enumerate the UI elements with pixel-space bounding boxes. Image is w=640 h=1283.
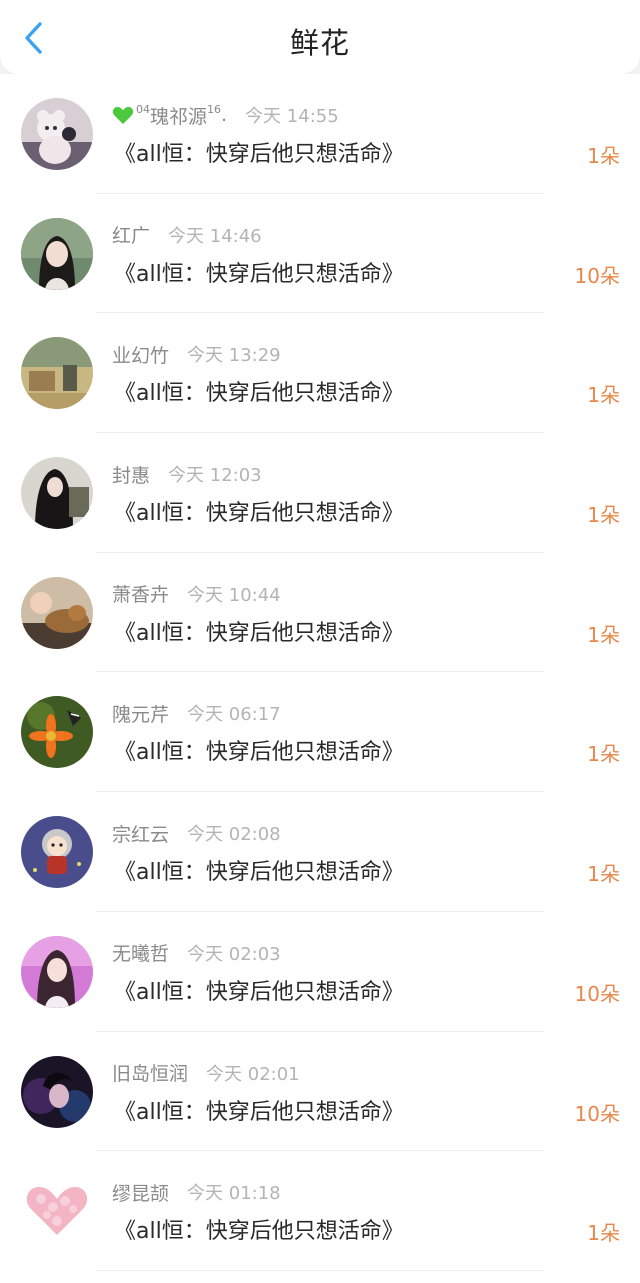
list-item[interactable]: 旧岛恒润 今天 02:01 《all恒：快穿后他只想活命》 10朵 xyxy=(0,1032,640,1152)
timestamp: 今天 13:29 xyxy=(187,345,281,367)
book-title[interactable]: 《all恒：快穿后他只想活命》 xyxy=(114,1213,404,1245)
username[interactable]: 无曦哲 xyxy=(112,939,169,966)
page-title: 鲜花 xyxy=(289,26,350,60)
header-bar: 鲜花 xyxy=(0,0,640,74)
timestamp: 今天 10:44 xyxy=(187,584,281,606)
username[interactable]: 瑰祁源 xyxy=(150,102,207,129)
flower-count: 1朵 xyxy=(587,1221,620,1246)
item-meta: 红广 今天 14:46 xyxy=(112,222,262,248)
flower-count: 10朵 xyxy=(574,1101,620,1126)
list-item[interactable]: 无曦哲 今天 02:03 《all恒：快穿后他只想活命》 10朵 xyxy=(0,912,640,1032)
timestamp: 今天 02:01 xyxy=(206,1063,300,1085)
flower-count: 1朵 xyxy=(587,503,620,528)
flower-count: 1朵 xyxy=(587,144,620,168)
list-item[interactable]: 隗元芹 今天 06:17 《all恒：快穿后他只想活命》 1朵 xyxy=(0,672,640,792)
book-title[interactable]: 《all恒：快穿后他只想活命》 xyxy=(114,136,404,168)
username[interactable]: 旧岛恒润 xyxy=(112,1059,188,1086)
item-meta: 封惠 今天 12:03 xyxy=(112,461,262,487)
flower-count: 1朵 xyxy=(587,742,620,767)
timestamp: 今天 01:18 xyxy=(187,1183,281,1205)
item-meta: 04 瑰祁源 16 . 今天 14:55 xyxy=(112,102,339,128)
item-meta: 无曦哲 今天 02:03 xyxy=(112,940,281,966)
book-title[interactable]: 《all恒：快穿后他只想活命》 xyxy=(114,495,404,527)
name-prefix-superscript: 04 xyxy=(136,102,150,116)
username[interactable]: 宗红云 xyxy=(112,820,169,847)
book-title[interactable]: 《all恒：快穿后他只想活命》 xyxy=(114,256,404,288)
flower-count: 1朵 xyxy=(587,383,620,408)
book-title[interactable]: 《all恒：快穿后他只想活命》 xyxy=(114,1094,404,1126)
list-item[interactable]: 业幻竹 今天 13:29 《all恒：快穿后他只想活命》 1朵 xyxy=(0,313,640,433)
book-title[interactable]: 《all恒：快穿后他只想活命》 xyxy=(114,734,404,766)
flower-count: 10朵 xyxy=(574,263,620,288)
name-tail: . xyxy=(221,104,228,126)
avatar[interactable] xyxy=(21,935,93,1008)
timestamp: 今天 06:17 xyxy=(187,704,281,726)
list-item[interactable]: 宗红云 今天 02:08 《all恒：快穿后他只想活命》 1朵 xyxy=(0,792,640,912)
avatar[interactable] xyxy=(21,217,93,290)
avatar[interactable] xyxy=(21,337,93,410)
username[interactable]: 红广 xyxy=(112,221,150,248)
avatar[interactable] xyxy=(21,98,93,170)
flower-count: 1朵 xyxy=(587,862,620,887)
avatar[interactable] xyxy=(21,1175,93,1248)
list-item[interactable]: 04 瑰祁源 16 . 今天 14:55 《all恒：快穿后他只想活命》 1朵 xyxy=(0,74,640,194)
username[interactable]: 封惠 xyxy=(112,461,150,488)
flower-count: 10朵 xyxy=(574,981,620,1006)
username[interactable]: 隗元芹 xyxy=(112,700,169,727)
flower-gift-list: 04 瑰祁源 16 . 今天 14:55 《all恒：快穿后他只想活命》 1朵 … xyxy=(0,74,640,1283)
item-meta: 宗红云 今天 02:08 xyxy=(112,820,281,846)
avatar[interactable] xyxy=(21,816,93,889)
avatar[interactable] xyxy=(21,576,93,649)
item-meta: 萧香卉 今天 10:44 xyxy=(112,581,281,607)
username[interactable]: 业幻竹 xyxy=(112,341,169,368)
green-heart-icon xyxy=(112,107,134,124)
avatar[interactable] xyxy=(21,696,93,769)
timestamp: 今天 02:03 xyxy=(187,943,281,965)
item-meta: 隗元芹 今天 06:17 xyxy=(112,700,281,726)
item-meta: 业幻竹 今天 13:29 xyxy=(112,341,281,367)
list-item[interactable]: 缪昆颉 今天 01:18 《all恒：快穿后他只想活命》 1朵 xyxy=(0,1151,640,1271)
book-title[interactable]: 《all恒：快穿后他只想活命》 xyxy=(114,974,404,1006)
item-meta: 缪昆颉 今天 01:18 xyxy=(112,1179,281,1205)
list-item[interactable]: 红广 今天 14:46 《all恒：快穿后他只想活命》 10朵 xyxy=(0,194,640,314)
timestamp: 今天 14:55 xyxy=(245,106,339,127)
name-suffix-superscript: 16 xyxy=(207,102,222,116)
username[interactable]: 缪昆颉 xyxy=(112,1179,169,1206)
book-title[interactable]: 《all恒：快穿后他只想活命》 xyxy=(114,375,404,407)
avatar[interactable] xyxy=(21,1055,93,1128)
timestamp: 今天 14:46 xyxy=(168,225,262,247)
book-title[interactable]: 《all恒：快穿后他只想活命》 xyxy=(114,615,404,647)
flower-count: 1朵 xyxy=(587,622,620,647)
list-item[interactable]: 封惠 今天 12:03 《all恒：快穿后他只想活命》 1朵 xyxy=(0,433,640,553)
avatar[interactable] xyxy=(21,457,93,530)
list-item[interactable]: 萧香卉 今天 10:44 《all恒：快穿后他只想活命》 1朵 xyxy=(0,553,640,673)
timestamp: 今天 12:03 xyxy=(168,465,262,487)
username[interactable]: 萧香卉 xyxy=(112,580,169,607)
item-meta: 旧岛恒润 今天 02:01 xyxy=(112,1060,300,1086)
book-title[interactable]: 《all恒：快穿后他只想活命》 xyxy=(114,854,404,886)
timestamp: 今天 02:08 xyxy=(187,824,281,846)
